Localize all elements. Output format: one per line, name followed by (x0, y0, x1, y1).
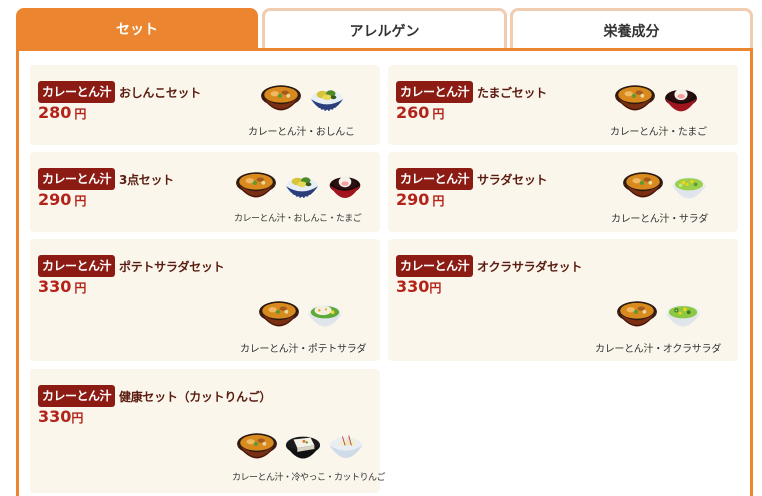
set-caption: カレーとん汁・サラダ (611, 214, 708, 225)
set-title: カレーとん汁 オクラサラダセット (396, 255, 582, 277)
set-price: 330円 (38, 277, 87, 296)
oshinko-bowl-icon (283, 174, 321, 204)
set-name: たまごセット (477, 85, 547, 100)
set-images (614, 83, 700, 117)
set-title: カレーとん汁 3点セット (38, 168, 174, 190)
curry-tonjiru-bowl-icon (260, 83, 302, 117)
set-caption: カレーとん汁・おしんこ (248, 127, 355, 138)
set-title: カレーとん汁 たまごセット (396, 81, 547, 103)
set-caption: カレーとん汁・冷やっこ・カットりんご (232, 473, 386, 483)
set-images (236, 431, 364, 465)
curry-tonjiru-bowl-icon (614, 83, 656, 117)
set-title: カレーとん汁 健康セット（カットりんご） (38, 385, 271, 407)
menu-badge: カレーとん汁 (38, 255, 116, 277)
set-caption: カレーとん汁・たまご (610, 127, 707, 138)
menu-badge: カレーとん汁 (396, 255, 474, 277)
set-price: 290 円 (38, 190, 87, 209)
set-price: 290 円 (396, 190, 445, 209)
menu-badge: カレーとん汁 (396, 81, 474, 103)
set-images (258, 299, 344, 333)
set-caption: カレーとん汁・おしんこ・たまご (234, 214, 362, 224)
set-price: 330円 (38, 407, 84, 426)
set-card-oshinko[interactable]: カレーとん汁 おしんこセット 280 円 カレーとん汁・おしんこ (30, 65, 380, 145)
okra-salad-bowl-icon (664, 301, 702, 333)
curry-tonjiru-bowl-icon (616, 299, 658, 333)
set-price: 330円 (396, 277, 442, 296)
set-title: カレーとん汁 おしんこセット (38, 81, 201, 103)
curry-tonjiru-bowl-icon (622, 170, 664, 204)
set-card-potato-salad[interactable]: カレーとん汁 ポテトサラダセット 330 円 カレーとん汁・ポテトサラダ (30, 239, 380, 361)
set-images (235, 170, 363, 204)
tab-allergen[interactable]: アレルゲン (262, 8, 507, 50)
set-images (622, 170, 708, 204)
tab-nutrition[interactable]: 栄養成分 (510, 8, 753, 50)
menu-badge: カレーとん汁 (38, 168, 116, 190)
set-price: 280 円 (38, 103, 87, 122)
menu-badge: カレーとん汁 (396, 168, 474, 190)
set-images (260, 83, 346, 117)
cut-apple-bowl-icon (328, 433, 364, 465)
set-price: 260 円 (396, 103, 445, 122)
curry-tonjiru-bowl-icon (235, 170, 277, 204)
tab-set[interactable]: セット (16, 8, 258, 50)
tab-bar: セット アレルゲン 栄養成分 (16, 8, 753, 50)
set-card-okra-salad[interactable]: カレーとん汁 オクラサラダセット 330円 カレーとん汁・オクラサラダ (388, 239, 738, 361)
hiyayakko-bowl-icon (284, 433, 322, 465)
set-name: ポテトサラダセット (119, 259, 225, 274)
set-title: カレーとん汁 サラダセット (396, 168, 548, 190)
menu-badge: カレーとん汁 (38, 385, 116, 407)
curry-tonjiru-bowl-icon (258, 299, 300, 333)
set-name: 健康セット（カットりんご） (119, 389, 272, 404)
set-images (616, 299, 702, 333)
salad-bowl-icon (670, 174, 708, 204)
set-caption: カレーとん汁・ポテトサラダ (240, 344, 367, 355)
set-card-health[interactable]: カレーとん汁 健康セット（カットりんご） 330円 カレーとん汁・冷やっこ・カッ… (30, 369, 386, 493)
set-card-salad[interactable]: カレーとん汁 サラダセット 290 円 カレーとん汁・サラダ (388, 152, 738, 232)
set-name: おしんこセット (119, 85, 201, 100)
menu-badge: カレーとん汁 (38, 81, 116, 103)
set-name: サラダセット (477, 172, 548, 187)
set-card-3pt[interactable]: カレーとん汁 3点セット 290 円 カレーとん汁・おしんこ・たまご (30, 152, 380, 232)
potato-salad-bowl-icon (306, 301, 344, 333)
oshinko-bowl-icon (308, 87, 346, 117)
set-card-egg[interactable]: カレーとん汁 たまごセット 260 円 カレーとん汁・たまご (388, 65, 738, 145)
egg-bowl-icon (662, 87, 700, 117)
set-caption: カレーとん汁・オクラサラダ (595, 344, 721, 355)
set-title: カレーとん汁 ポテトサラダセット (38, 255, 225, 277)
curry-tonjiru-bowl-icon (236, 431, 278, 465)
set-name: 3点セット (119, 172, 174, 187)
set-name: オクラサラダセット (477, 259, 583, 274)
egg-bowl-icon (327, 174, 363, 204)
